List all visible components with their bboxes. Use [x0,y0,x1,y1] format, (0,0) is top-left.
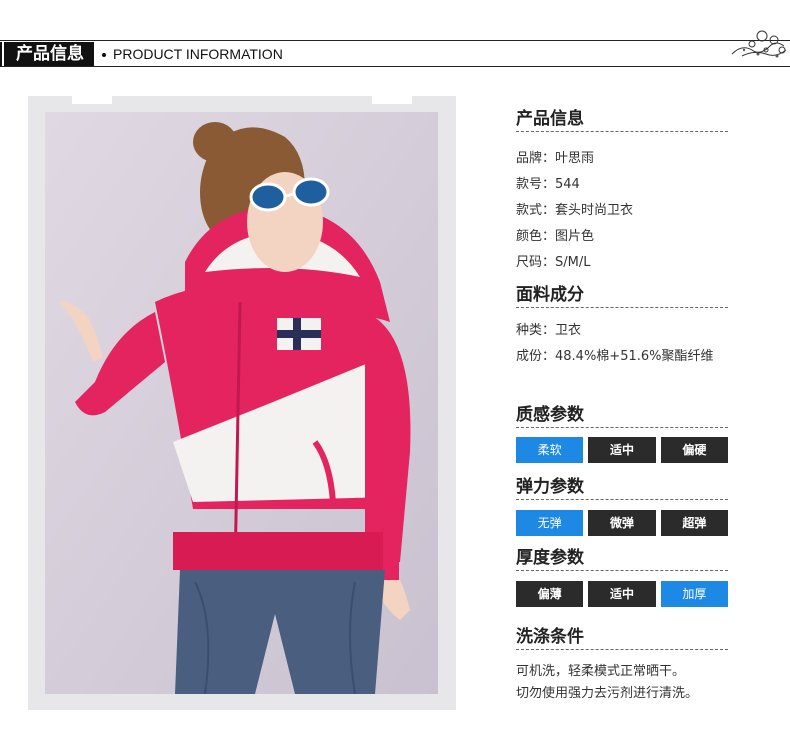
elasticity-options: 无弹 微弹 超弹 [516,510,728,536]
color-row: 颜色：图片色 [516,229,595,244]
header-top-rule [0,40,790,41]
floral-ornament-icon [731,30,787,58]
elasticity-option: 超弹 [660,510,728,536]
divider [516,427,728,428]
divider [516,499,728,500]
divider [516,649,728,650]
divider [516,307,728,308]
thickness-option: 加厚 [660,581,728,607]
thickness-option: 偏薄 [516,581,584,607]
size-row: 尺码：S/M/L [516,255,591,270]
washing-title: 洗涤条件 [516,627,584,647]
bullet-icon [102,53,106,58]
thickness-option: 适中 [588,581,656,607]
frame-notch [372,96,412,104]
texture-options: 柔软 适中 偏硬 [516,437,728,463]
fabric-type-row: 种类：卫衣 [516,323,582,338]
header-subtitle: PRODUCT INFORMATION [102,42,283,66]
product-photo [45,112,438,694]
thickness-title: 厚度参数 [516,548,584,568]
thickness-options: 偏薄 适中 加厚 [516,581,728,607]
style-number-row: 款号：544 [516,177,580,192]
header-subtitle-text: PRODUCT INFORMATION [113,46,283,62]
texture-option: 偏硬 [660,437,728,463]
fabric-composition-row: 成份：48.4%棉+51.6%聚酯纤维 [516,349,714,364]
section-header: 产品信息 PRODUCT INFORMATION [0,30,790,70]
elasticity-title: 弹力参数 [516,477,584,497]
texture-option: 柔软 [516,437,584,463]
washing-line-1: 可机洗，轻柔模式正常晒干。 [516,664,686,679]
texture-title: 质感参数 [516,405,584,425]
washing-line-2: 切勿使用强力去污剂进行清洗。 [516,686,699,701]
divider [516,570,728,571]
elasticity-option: 无弹 [516,510,584,536]
fabric-title: 面料成分 [516,285,584,305]
frame-notch [72,96,112,104]
header-badge: 产品信息 [6,42,94,66]
style-row: 款式：套头时尚卫衣 [516,203,634,218]
texture-option: 适中 [588,437,656,463]
elasticity-option: 微弹 [588,510,656,536]
divider [516,131,728,132]
brand-row: 品牌：叶思雨 [516,151,595,166]
header-bottom-rule [0,66,790,67]
product-info-title: 产品信息 [516,109,584,129]
